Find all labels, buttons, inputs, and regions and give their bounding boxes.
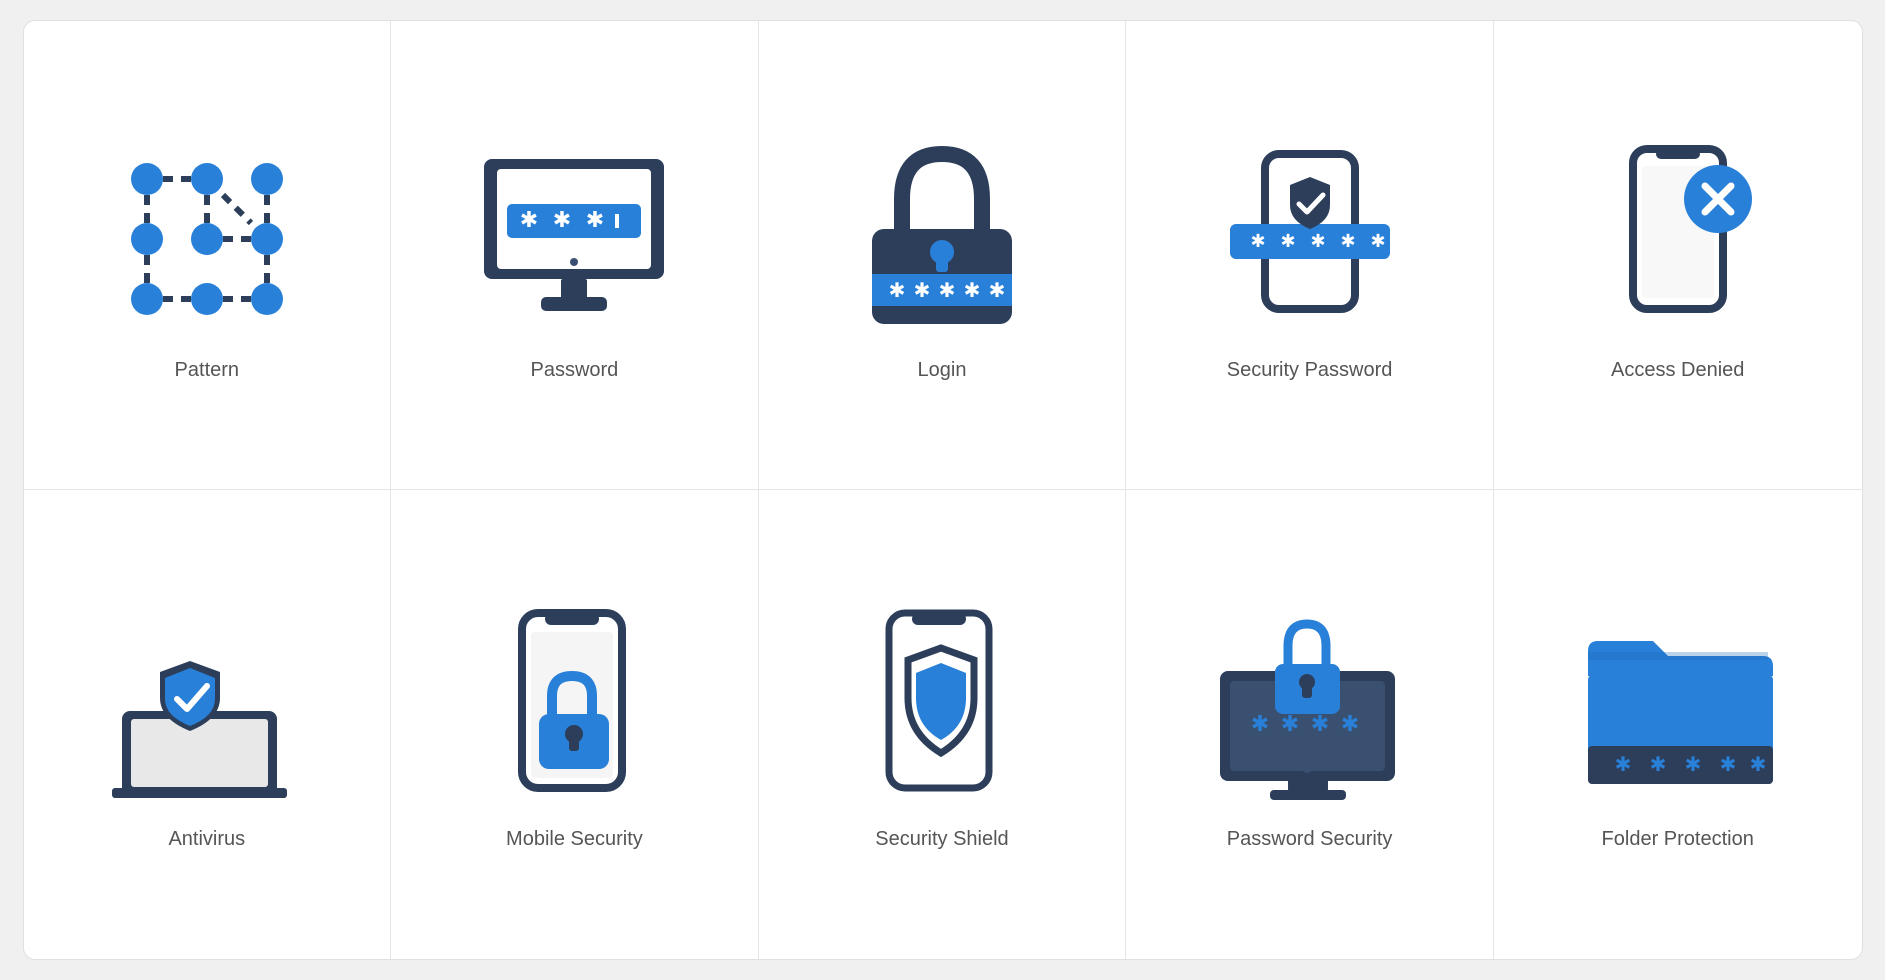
mobile-security-icon (474, 608, 674, 808)
password-security-icon: ✱ ✱ ✱ ✱ (1210, 608, 1410, 808)
svg-text:✱: ✱ (1340, 231, 1355, 251)
folder-protection-icon: ✱ ✱ ✱ ✱ ✱ (1578, 608, 1778, 808)
mobile-security-label: Mobile Security (506, 828, 643, 851)
cell-mobile-security: Mobile Security (391, 490, 759, 959)
access-denied-icon (1578, 139, 1778, 339)
icon-grid: Pattern ✱ ✱ ✱ (23, 20, 1863, 960)
cell-antivirus: Antivirus (24, 490, 392, 959)
password-label: Password (530, 359, 618, 382)
svg-text:✱: ✱ (889, 280, 906, 302)
cell-folder-protection: ✱ ✱ ✱ ✱ ✱ Folder Protection (1494, 490, 1862, 959)
cell-security-shield: Security Shield (759, 490, 1127, 959)
svg-text:✱: ✱ (1684, 754, 1701, 776)
svg-text:✱: ✱ (914, 280, 931, 302)
antivirus-label: Antivirus (168, 828, 245, 851)
cell-security-password: ✱ ✱ ✱ ✱ ✱ Security Password (1126, 21, 1494, 490)
svg-text:✱: ✱ (1310, 711, 1328, 736)
login-label: Login (918, 359, 967, 382)
svg-text:✱: ✱ (1749, 754, 1766, 776)
svg-text:✱: ✱ (1614, 754, 1631, 776)
svg-text:✱: ✱ (1280, 711, 1298, 736)
security-shield-label: Security Shield (875, 828, 1008, 851)
cell-pattern: Pattern (24, 21, 392, 490)
cell-login: ✱ ✱ ✱ ✱ ✱ Login (759, 21, 1127, 490)
security-password-icon: ✱ ✱ ✱ ✱ ✱ (1210, 139, 1410, 339)
svg-text:✱: ✱ (939, 280, 956, 302)
security-password-label: Security Password (1227, 359, 1393, 382)
svg-text:✱: ✱ (586, 207, 604, 232)
svg-text:✱: ✱ (1340, 711, 1358, 736)
antivirus-icon (107, 608, 307, 808)
password-security-label: Password Security (1227, 828, 1393, 851)
security-shield-icon (842, 608, 1042, 808)
svg-text:✱: ✱ (1719, 754, 1736, 776)
cell-password: ✱ ✱ ✱ Password (391, 21, 759, 490)
svg-text:✱: ✱ (964, 280, 981, 302)
pattern-label: Pattern (175, 359, 239, 382)
svg-text:✱: ✱ (1280, 231, 1295, 251)
svg-text:✱: ✱ (553, 207, 571, 232)
pattern-icon (107, 139, 307, 339)
access-denied-label: Access Denied (1611, 359, 1744, 382)
cell-access-denied: Access Denied (1494, 21, 1862, 490)
svg-text:✱: ✱ (520, 207, 538, 232)
folder-protection-label: Folder Protection (1602, 828, 1754, 851)
svg-text:✱: ✱ (1649, 754, 1666, 776)
password-icon: ✱ ✱ ✱ (474, 139, 674, 339)
svg-text:✱: ✱ (1370, 231, 1385, 251)
svg-text:✱: ✱ (989, 280, 1006, 302)
login-icon: ✱ ✱ ✱ ✱ ✱ (842, 139, 1042, 339)
svg-text:✱: ✱ (1250, 711, 1268, 736)
svg-text:✱: ✱ (1310, 231, 1325, 251)
svg-text:✱: ✱ (1250, 231, 1265, 251)
cell-password-security: ✱ ✱ ✱ ✱ Password Security (1126, 490, 1494, 959)
